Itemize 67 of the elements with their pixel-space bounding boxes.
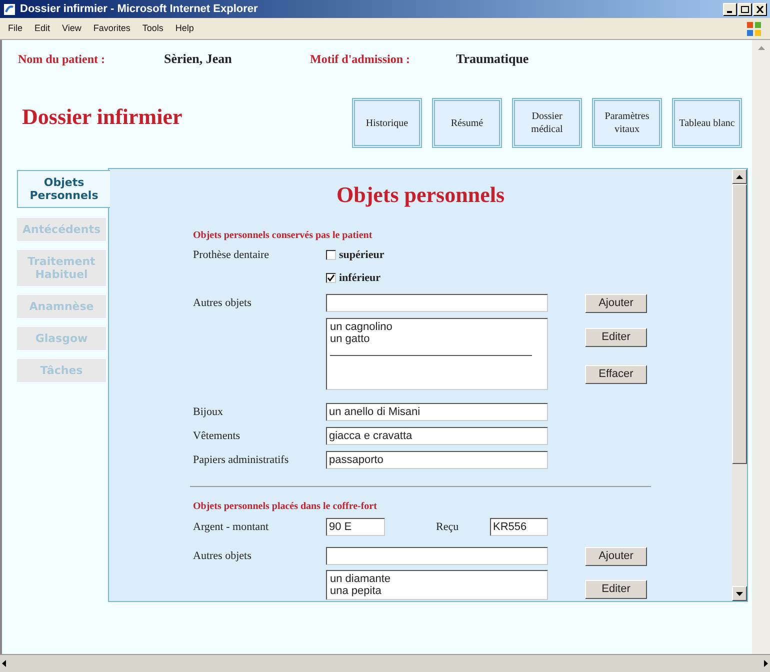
field-label: Papiers administratifs [193, 452, 290, 468]
text-field[interactable] [326, 547, 548, 565]
up-arrow-icon [758, 46, 764, 50]
form-button[interactable]: Ajouter [585, 294, 647, 313]
menu-item[interactable]: Help [175, 22, 194, 36]
checkbox-label: inférieur [339, 270, 381, 286]
right-arrow-icon [764, 660, 768, 667]
check-icon [327, 274, 335, 282]
field-label: Nom du patient : [18, 51, 106, 68]
list-item[interactable]: una pepita [330, 585, 544, 597]
page-scrollbar[interactable] [752, 40, 770, 654]
text-field[interactable]: giacca e cravatta [326, 427, 548, 445]
checkbox[interactable] [326, 250, 336, 260]
list-item[interactable]: un gatto [330, 333, 544, 345]
form-button[interactable]: Ajouter [585, 547, 647, 566]
browser-icon [3, 2, 16, 16]
list-item[interactable]: un diamante [330, 573, 544, 585]
admission-reason: Traumatique [456, 50, 529, 68]
menu-item[interactable]: Edit [34, 22, 50, 36]
field-label: Autres objets [193, 296, 252, 311]
field-label: Vêtements [193, 428, 242, 444]
field-label: Prothèse dentaire [193, 248, 270, 263]
page-title: Dossier infirmier [22, 102, 184, 130]
field-label: Autres objets [193, 549, 252, 564]
field-label: Argent - montant [193, 520, 270, 535]
field-label: Bijoux [193, 404, 224, 420]
field-label: Reçu [436, 520, 460, 535]
up-arrow-icon [736, 174, 743, 178]
menu-item[interactable]: File [8, 22, 23, 36]
list-box[interactable]: un diamante una pepita [326, 570, 548, 600]
text-field[interactable]: 90 E [326, 518, 385, 536]
text-field[interactable]: un anello di Misani [326, 403, 548, 421]
left-arrow-icon [2, 660, 6, 667]
maximize-icon [741, 6, 749, 12]
minimize-button[interactable] [723, 2, 737, 16]
nav-button[interactable]: Paramètres vitaux [592, 98, 662, 148]
menu-item[interactable]: Tools [142, 22, 164, 36]
nav-button[interactable]: Tableau blanc [672, 98, 742, 148]
checkbox[interactable] [326, 272, 336, 283]
list-item[interactable]: un cagnolino [330, 321, 544, 333]
maximize-button[interactable] [738, 2, 752, 16]
close-icon [756, 6, 764, 12]
panel-title: Objets personnels [335, 181, 506, 209]
nav-button[interactable]: Historique [352, 98, 422, 148]
text-field[interactable]: KR556 [490, 518, 548, 536]
down-arrow-icon [736, 592, 743, 596]
scrollbar[interactable] [732, 169, 747, 601]
horizontal-scrollbar[interactable] [0, 654, 770, 672]
form-button[interactable]: Editer [585, 580, 647, 599]
windows-logo-icon [746, 20, 762, 36]
field-label: Motif d'admission : [310, 51, 412, 68]
window-title: Dossier infirmier - Microsoft Internet Explorer [20, 2, 258, 17]
nav-button[interactable]: Résumé [432, 98, 502, 148]
close-button[interactable] [753, 2, 767, 16]
text-field[interactable] [326, 294, 548, 312]
section-heading: Objets personnels conservés pas le patient [193, 229, 374, 243]
text-field[interactable]: passaporto [326, 451, 548, 469]
menu-item[interactable]: View [62, 22, 82, 36]
form-button[interactable]: Editer [585, 328, 647, 347]
list-box[interactable]: un cagnolino un gatto [326, 318, 548, 390]
nav-button[interactable]: Dossier médical [512, 98, 582, 148]
checkbox-label: supérieur [339, 248, 384, 263]
form-button[interactable]: Effacer [585, 365, 647, 384]
patient-name: Sèrien, Jean [164, 50, 233, 68]
section-heading: Objets personnels placés dans le coffre-fort [193, 500, 378, 514]
side-tab[interactable]: Objets Personnels [17, 170, 110, 208]
menu-item[interactable]: Favorites [93, 22, 130, 36]
